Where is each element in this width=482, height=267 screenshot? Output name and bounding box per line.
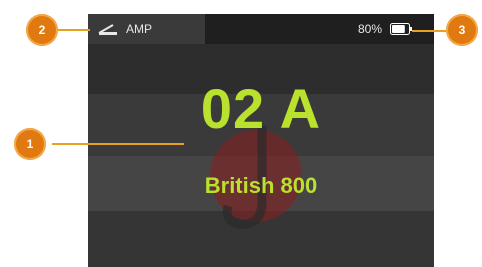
battery-icon xyxy=(390,23,412,35)
callout-1: 1 xyxy=(14,128,46,160)
preset-number: 02 A xyxy=(200,77,322,140)
callout-line-3 xyxy=(412,30,448,32)
amp-icon xyxy=(98,24,117,35)
callout-2: 2 xyxy=(26,14,58,46)
callout-line-1 xyxy=(52,143,184,145)
callout-3: 3 xyxy=(446,14,478,46)
status-bar: AMP 80% xyxy=(88,14,434,44)
device-screen: AMP 80% 02 A British 800 xyxy=(88,14,434,267)
mode-label: AMP xyxy=(126,22,153,36)
battery-percentage: 80% xyxy=(357,22,382,36)
mode-indicator[interactable]: AMP xyxy=(88,14,205,44)
callout-line-2 xyxy=(54,29,90,31)
preset-name: British 800 xyxy=(204,173,318,198)
